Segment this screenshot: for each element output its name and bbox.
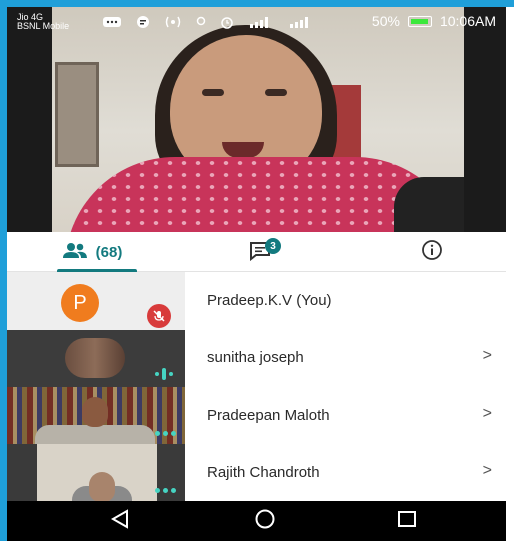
battery-icon (407, 15, 432, 27)
chevron-right-icon: > (482, 405, 492, 422)
tab-people[interactable]: (68) (27, 232, 157, 272)
speaking-indicator-icon (155, 368, 173, 380)
nav-recents-button[interactable] (392, 509, 422, 533)
participant-name: sunitha joseph (207, 349, 304, 366)
nav-back-button[interactable] (105, 508, 135, 534)
participant-photo (65, 338, 125, 378)
chevron-right-icon: > (482, 347, 492, 364)
tab-info[interactable] (412, 232, 452, 272)
screen-edge (0, 0, 514, 7)
carrier-labels: Jio 4G BSNL Mobile (17, 13, 69, 31)
call-tabs: (68) 3 (7, 232, 506, 272)
avatar: P (61, 284, 99, 322)
signal-4g-icon (248, 16, 274, 31)
location-icon (196, 16, 206, 31)
participant-name: Pradeep.K.V (You) (207, 292, 332, 309)
list-item[interactable]: Pradeep.K.V (You) (185, 272, 506, 329)
nav-recents-icon (397, 510, 417, 533)
nav-home-icon (254, 508, 276, 535)
carrier-2: BSNL Mobile (17, 21, 70, 31)
chat-badge: 3 (265, 238, 281, 254)
list-item[interactable]: Pradeepan Maloth > (185, 387, 506, 444)
more-dots-icon (155, 488, 176, 493)
phone-screen: Jio 4G BSNL Mobile 50% 10:06AM (68) 3 P … (0, 0, 514, 541)
hotspot-icon (164, 16, 182, 31)
nav-home-button[interactable] (250, 509, 280, 533)
status-bar: Jio 4G BSNL Mobile 50% 10:06AM (7, 7, 506, 37)
signal-icon (288, 16, 314, 31)
status-right: 50% 10:06AM (372, 13, 496, 29)
list-item[interactable]: sunitha joseph > (185, 329, 506, 386)
list-item[interactable]: Rajith Chandroth > (185, 444, 506, 501)
chat-bubble-icon (136, 15, 150, 32)
people-icon (62, 242, 88, 262)
more-dots-icon (155, 431, 176, 436)
participant-thumbnails: P (7, 272, 185, 501)
thumbnail-participant[interactable] (7, 444, 185, 501)
alarm-icon (220, 15, 234, 32)
message-icon (102, 16, 122, 31)
status-icons (102, 15, 314, 32)
wall-picture (55, 62, 99, 167)
thumbnail-participant[interactable] (7, 387, 185, 444)
mic-off-icon (147, 304, 171, 328)
participant-name: Rajith Chandroth (207, 464, 320, 481)
nav-back-icon (109, 508, 131, 534)
participant-name: Pradeepan Maloth (207, 407, 330, 424)
participant-list: Pradeep.K.V (You) sunitha joseph > Prade… (185, 272, 506, 501)
navigation-bar (7, 501, 506, 541)
battery-percent: 50% (371, 13, 400, 29)
screen-edge (0, 0, 7, 541)
info-icon (421, 239, 443, 266)
thumbnail-participant[interactable] (7, 330, 185, 387)
thumbnail-self[interactable]: P (7, 272, 185, 330)
chevron-right-icon: > (482, 462, 492, 479)
clock: 10:06AM (439, 13, 496, 29)
tab-chat[interactable]: 3 (237, 232, 287, 272)
people-count: (68) (95, 243, 123, 261)
main-video[interactable] (7, 7, 506, 232)
